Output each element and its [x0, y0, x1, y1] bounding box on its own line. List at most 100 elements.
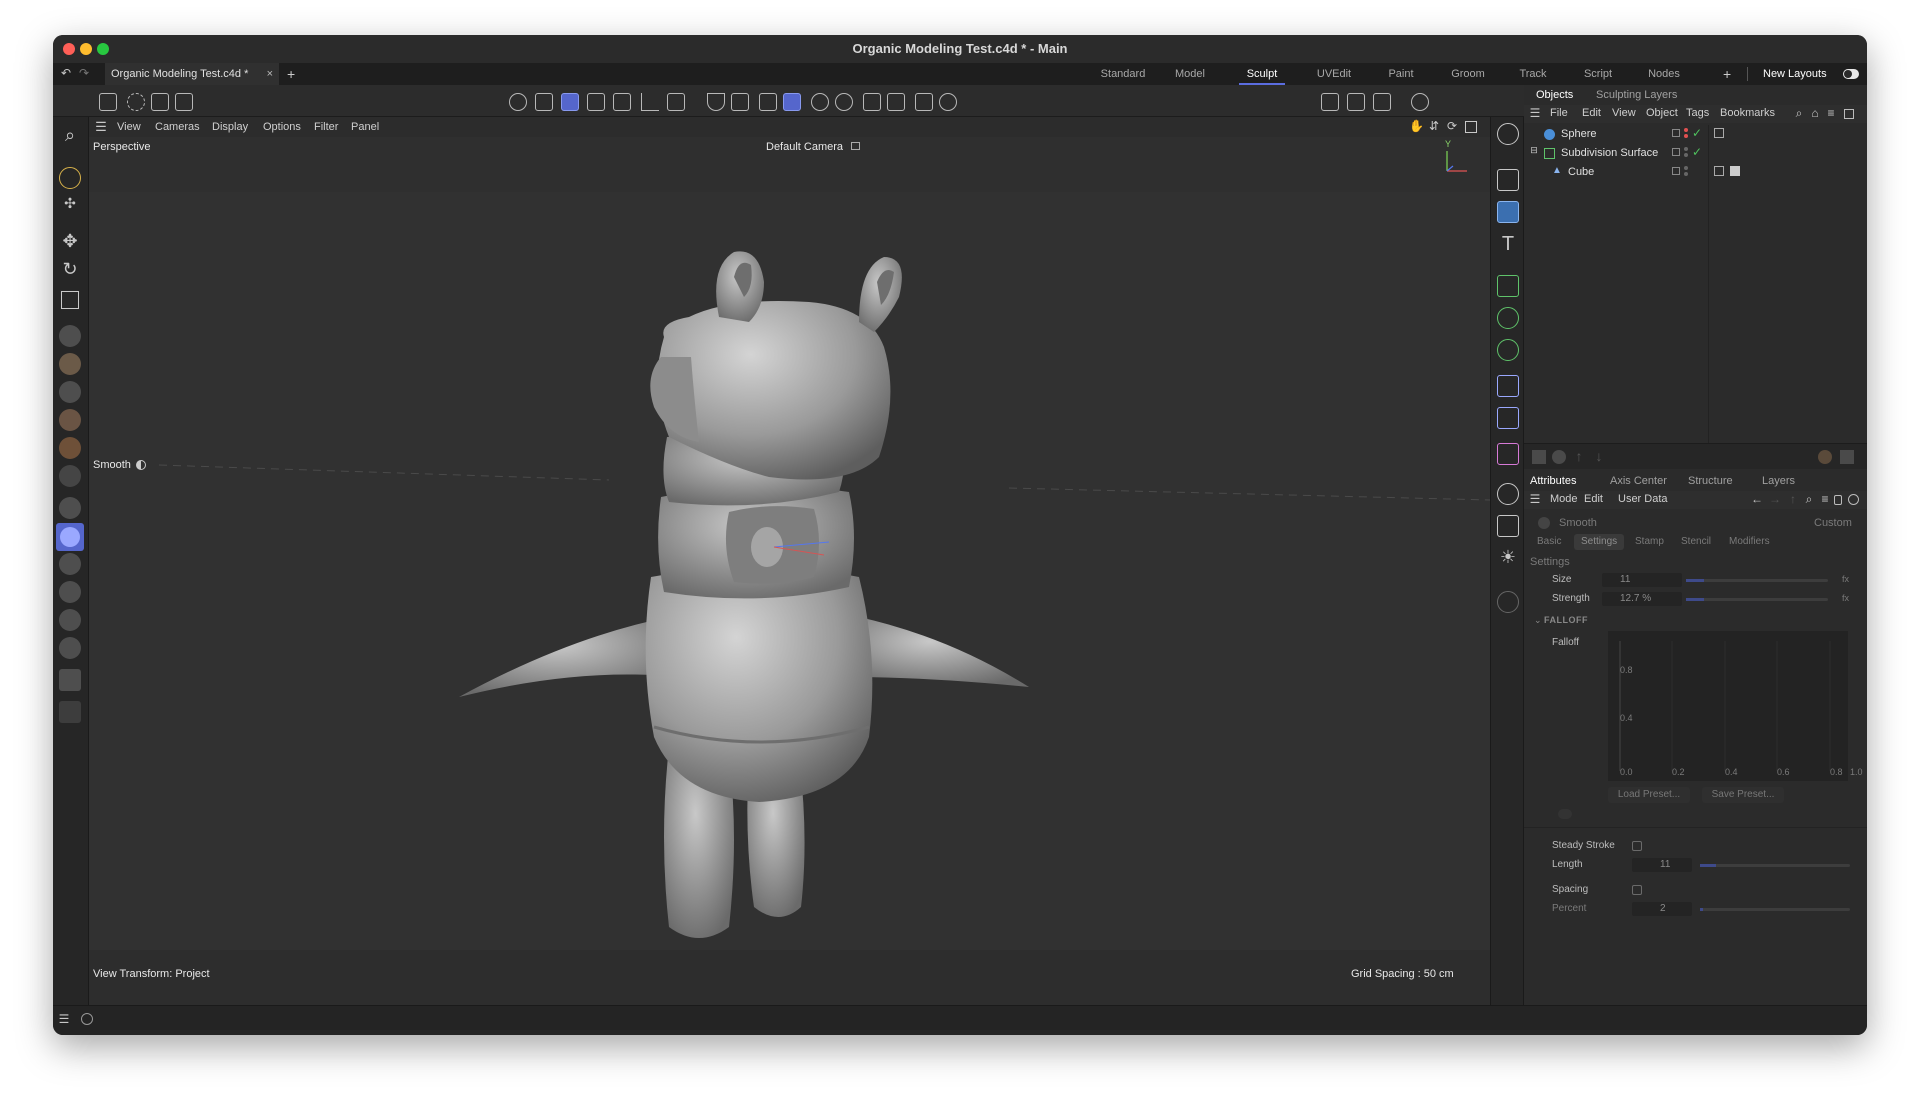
solo-mode-icon[interactable] — [667, 93, 685, 111]
up-arrow-icon[interactable]: ↑ — [1786, 492, 1800, 506]
size-slider[interactable] — [1686, 579, 1828, 582]
layer-icon[interactable] — [1672, 167, 1680, 175]
tweak-icon[interactable] — [887, 93, 905, 111]
live-select-icon[interactable] — [151, 93, 169, 111]
tab-layers[interactable]: Layers — [1762, 471, 1795, 491]
mesh-check-icon[interactable] — [915, 93, 933, 111]
tab-sculpting-layers[interactable]: Sculpting Layers — [1596, 85, 1677, 105]
objects-menu-tags[interactable]: Tags — [1686, 107, 1709, 119]
object-name-subdivision-surface[interactable]: Subdivision Surface — [1561, 147, 1658, 159]
menu-panel[interactable]: Panel — [351, 117, 379, 137]
smooth-brush-icon[interactable] — [56, 523, 84, 551]
layout-tab-model[interactable]: Model — [1165, 63, 1215, 85]
steady-stroke-checkbox[interactable] — [1632, 841, 1642, 851]
objects-search-icon[interactable]: ⌕ — [1792, 106, 1806, 121]
more-options-icon[interactable] — [1558, 809, 1572, 819]
environment-icon[interactable] — [1497, 483, 1519, 505]
percent-input[interactable]: 2 — [1632, 902, 1692, 916]
lock-icon[interactable] — [1834, 495, 1842, 505]
null-object-icon[interactable] — [1497, 169, 1519, 191]
objects-hamburger-icon[interactable]: ☰ — [1528, 106, 1542, 120]
scrape-brush-icon[interactable] — [59, 609, 81, 631]
scale-tool-icon[interactable] — [61, 291, 79, 309]
uv-mode-icon[interactable] — [613, 93, 631, 111]
tag-icon[interactable] — [1714, 128, 1724, 138]
arrow-down-icon[interactable]: ↓ — [1592, 448, 1606, 464]
undo-icon[interactable]: ↶ — [59, 66, 73, 80]
objects-filter-icon[interactable]: ≡ — [1824, 106, 1838, 120]
menu-view[interactable]: View — [117, 117, 141, 137]
document-tab[interactable]: Organic Modeling Test.c4d * × — [105, 63, 279, 85]
mirror-icon[interactable] — [863, 93, 881, 111]
render-settings-icon[interactable] — [1373, 93, 1391, 111]
clay-brush-icon[interactable] — [59, 437, 81, 459]
object-name-cube[interactable]: Cube — [1568, 166, 1594, 178]
enabled-check-icon[interactable]: ✓ — [1692, 126, 1702, 140]
strength-fx-button[interactable]: fx — [1842, 593, 1849, 603]
target-icon[interactable] — [835, 93, 853, 111]
layer-icon[interactable] — [1672, 148, 1680, 156]
menu-cameras[interactable]: Cameras — [155, 117, 200, 137]
attributes-search-icon[interactable]: ⌕ — [1802, 492, 1816, 507]
render-region-icon[interactable] — [99, 93, 117, 111]
attributes-hamburger-icon[interactable]: ☰ — [1528, 492, 1542, 506]
viewport[interactable]: Perspective Default Camera Y Smooth View… — [89, 137, 1490, 1005]
objects-menu-edit[interactable]: Edit — [1582, 107, 1601, 119]
amplify-brush-icon[interactable] — [59, 637, 81, 659]
subtab-basic[interactable]: Basic — [1530, 534, 1568, 550]
objects-menu-object[interactable]: Object — [1646, 107, 1678, 119]
menu-filter[interactable]: Filter — [314, 117, 338, 137]
strength-input[interactable]: 12.7 % — [1602, 592, 1682, 606]
layout-tab-sculpt[interactable]: Sculpt — [1239, 63, 1285, 85]
axis-mode-icon[interactable] — [641, 93, 659, 111]
attributes-menu-mode[interactable]: Mode — [1550, 493, 1578, 505]
tag-icon[interactable] — [1714, 166, 1724, 176]
attributes-menu-user-data[interactable]: User Data — [1618, 493, 1668, 505]
falloff-collapse-icon[interactable]: ⌄ — [1534, 615, 1542, 626]
flatten-brush-icon[interactable] — [59, 381, 81, 403]
polygons-mode-icon[interactable] — [561, 93, 579, 111]
add-tab-button[interactable]: + — [287, 63, 295, 85]
objects-menu-view[interactable]: View — [1612, 107, 1636, 119]
layout-tab-nodes[interactable]: Nodes — [1641, 63, 1687, 85]
pan-view-icon[interactable]: ✋ — [1409, 119, 1424, 133]
falloff-graph[interactable]: 0.8 0.4 0.0 0.2 0.4 0.6 0.8 — [1608, 631, 1848, 781]
falloff-section-title[interactable]: FALLOFF — [1544, 615, 1588, 625]
menu-options[interactable]: Options — [263, 117, 301, 137]
workplane-grid-icon[interactable] — [783, 93, 801, 111]
tweak-tool-icon[interactable]: ✣ — [59, 195, 81, 212]
search-icon[interactable]: ⌕ — [59, 125, 81, 146]
attributes-menu-edit[interactable]: Edit — [1584, 493, 1603, 505]
collapse-chevron-icon[interactable]: ⊟ — [1530, 145, 1538, 156]
object-row-sphere[interactable]: Sphere ✓ — [1524, 125, 1867, 144]
layout-tab-uvedit[interactable]: UVEdit — [1309, 63, 1359, 85]
rotate-tool-icon[interactable]: ↻ — [59, 259, 81, 280]
tab-attributes[interactable]: Attributes — [1530, 471, 1576, 491]
length-input[interactable]: 11 — [1632, 858, 1692, 872]
dolly-view-icon[interactable]: ⇵ — [1427, 119, 1441, 133]
size-fx-button[interactable]: fx — [1842, 574, 1849, 584]
enabled-check-icon[interactable]: ✓ — [1692, 145, 1702, 159]
new-layouts-toggle[interactable] — [1843, 69, 1859, 79]
subtab-settings[interactable]: Settings — [1574, 534, 1625, 550]
object-mode-icon[interactable] — [175, 93, 193, 111]
render-to-picture-viewer-icon[interactable] — [1347, 93, 1365, 111]
maximize-view-icon[interactable] — [1465, 121, 1477, 133]
selection-tool-icon[interactable] — [59, 167, 81, 189]
render-tag-icon[interactable] — [1497, 591, 1519, 613]
attributes-target-icon[interactable] — [1848, 494, 1859, 505]
light-object-icon[interactable]: ☀ — [1497, 547, 1519, 568]
percent-slider[interactable] — [1700, 908, 1850, 911]
grid-snap-icon[interactable] — [759, 93, 777, 111]
layer-settings-icon[interactable] — [1552, 450, 1566, 464]
eraser-brush-icon[interactable] — [59, 701, 81, 723]
size-input[interactable]: 11 — [1602, 573, 1682, 587]
snap-settings-icon[interactable] — [731, 93, 749, 111]
render-visibility-dot[interactable] — [1684, 172, 1688, 176]
deformer-icon[interactable] — [1497, 375, 1519, 397]
layout-tab-groom[interactable]: Groom — [1443, 63, 1493, 85]
brush-settings-icon[interactable] — [1818, 450, 1832, 464]
tab-structure[interactable]: Structure — [1688, 471, 1733, 491]
layer-grid-icon[interactable] — [1532, 450, 1546, 464]
objects-home-icon[interactable]: ⌂ — [1808, 106, 1822, 120]
